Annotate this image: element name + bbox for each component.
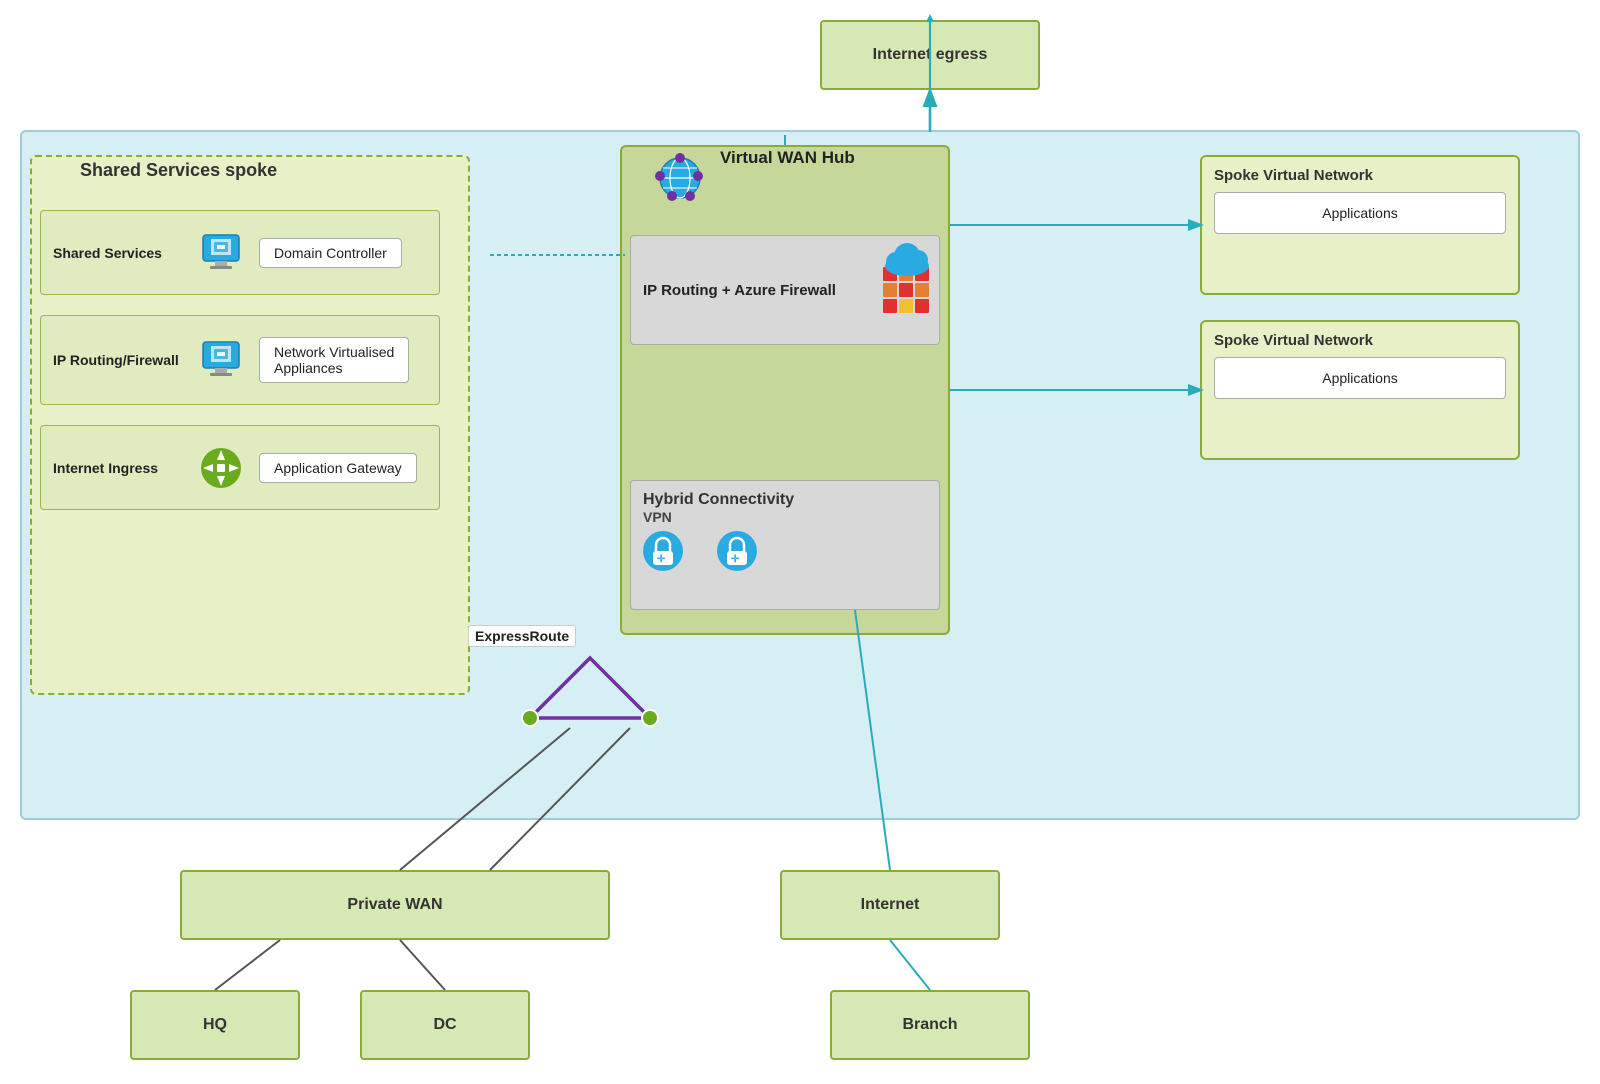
hq-box: HQ — [130, 990, 300, 1060]
ip-routing-text: IP Routing + Azure Firewall — [631, 272, 881, 309]
domain-controller-box: Domain Controller — [259, 238, 402, 268]
private-wan-label: Private WAN — [347, 896, 442, 914]
vpn-label: VPN — [631, 509, 939, 525]
network-virtualised-box: Network Virtualised Appliances — [259, 337, 409, 383]
shared-services-spoke-title: Shared Services spoke — [80, 160, 277, 181]
svg-text:✛: ✛ — [731, 554, 740, 565]
applications-box-1: Applications — [1214, 192, 1506, 234]
vwan-hub-title: Virtual WAN Hub — [720, 148, 855, 168]
hybrid-connectivity-label: Hybrid Connectivity — [631, 481, 939, 509]
internet-box: Internet — [780, 870, 1000, 940]
branch-box: Branch — [830, 990, 1030, 1060]
shared-services-label: Shared Services — [41, 245, 191, 261]
ip-routing-label: IP Routing + Azure Firewall — [643, 280, 869, 301]
dc-label: DC — [433, 1016, 456, 1034]
dc-box: DC — [360, 990, 530, 1060]
lock-icon-right: ✛ — [715, 529, 759, 573]
cloud-icon — [880, 238, 935, 278]
hybrid-connectivity-box: Hybrid Connectivity VPN ✛ ✛ — [630, 480, 940, 610]
hybrid-icons-row: ✛ ✛ — [631, 525, 939, 577]
ip-routing-firewall-label: IP Routing/Firewall — [41, 352, 191, 368]
spoke-vnet-2-title: Spoke Virtual Network — [1202, 322, 1518, 353]
globe-icon — [650, 148, 710, 208]
cloud-icon-wrapper — [880, 238, 935, 283]
lock-icon-left: ✛ — [641, 529, 685, 573]
internet-label: Internet — [861, 896, 920, 914]
diamond-icon — [197, 444, 245, 492]
expressroute-triangle — [510, 648, 670, 728]
application-gateway-box: Application Gateway — [259, 453, 417, 483]
ip-routing-firewall-row: IP Routing/Firewall Network Virtualised … — [40, 315, 440, 405]
spoke-vnet-2: Spoke Virtual Network Applications — [1200, 320, 1520, 460]
spoke-vnet-1-title: Spoke Virtual Network — [1202, 157, 1518, 188]
diagram-container: Internet egress Shared Services spoke Sh… — [0, 0, 1600, 1084]
applications-box-2: Applications — [1214, 357, 1506, 399]
internet-ingress-row: Internet Ingress Application Gateway — [40, 425, 440, 510]
computer-icon — [197, 229, 245, 277]
internet-egress-box: Internet egress — [820, 20, 1040, 90]
computer-icon-2 — [197, 336, 245, 384]
internet-egress-label: Internet egress — [873, 46, 988, 64]
expressroute-label: ExpressRoute — [468, 625, 576, 647]
globe-icon-wrapper — [650, 148, 710, 213]
hq-label: HQ — [203, 1016, 227, 1034]
spoke-vnet-1: Spoke Virtual Network Applications — [1200, 155, 1520, 295]
private-wan-box: Private WAN — [180, 870, 610, 940]
internet-ingress-label: Internet Ingress — [41, 460, 191, 476]
svg-text:✛: ✛ — [657, 554, 666, 565]
branch-label: Branch — [902, 1016, 957, 1034]
shared-services-row: Shared Services Domain Controller — [40, 210, 440, 295]
